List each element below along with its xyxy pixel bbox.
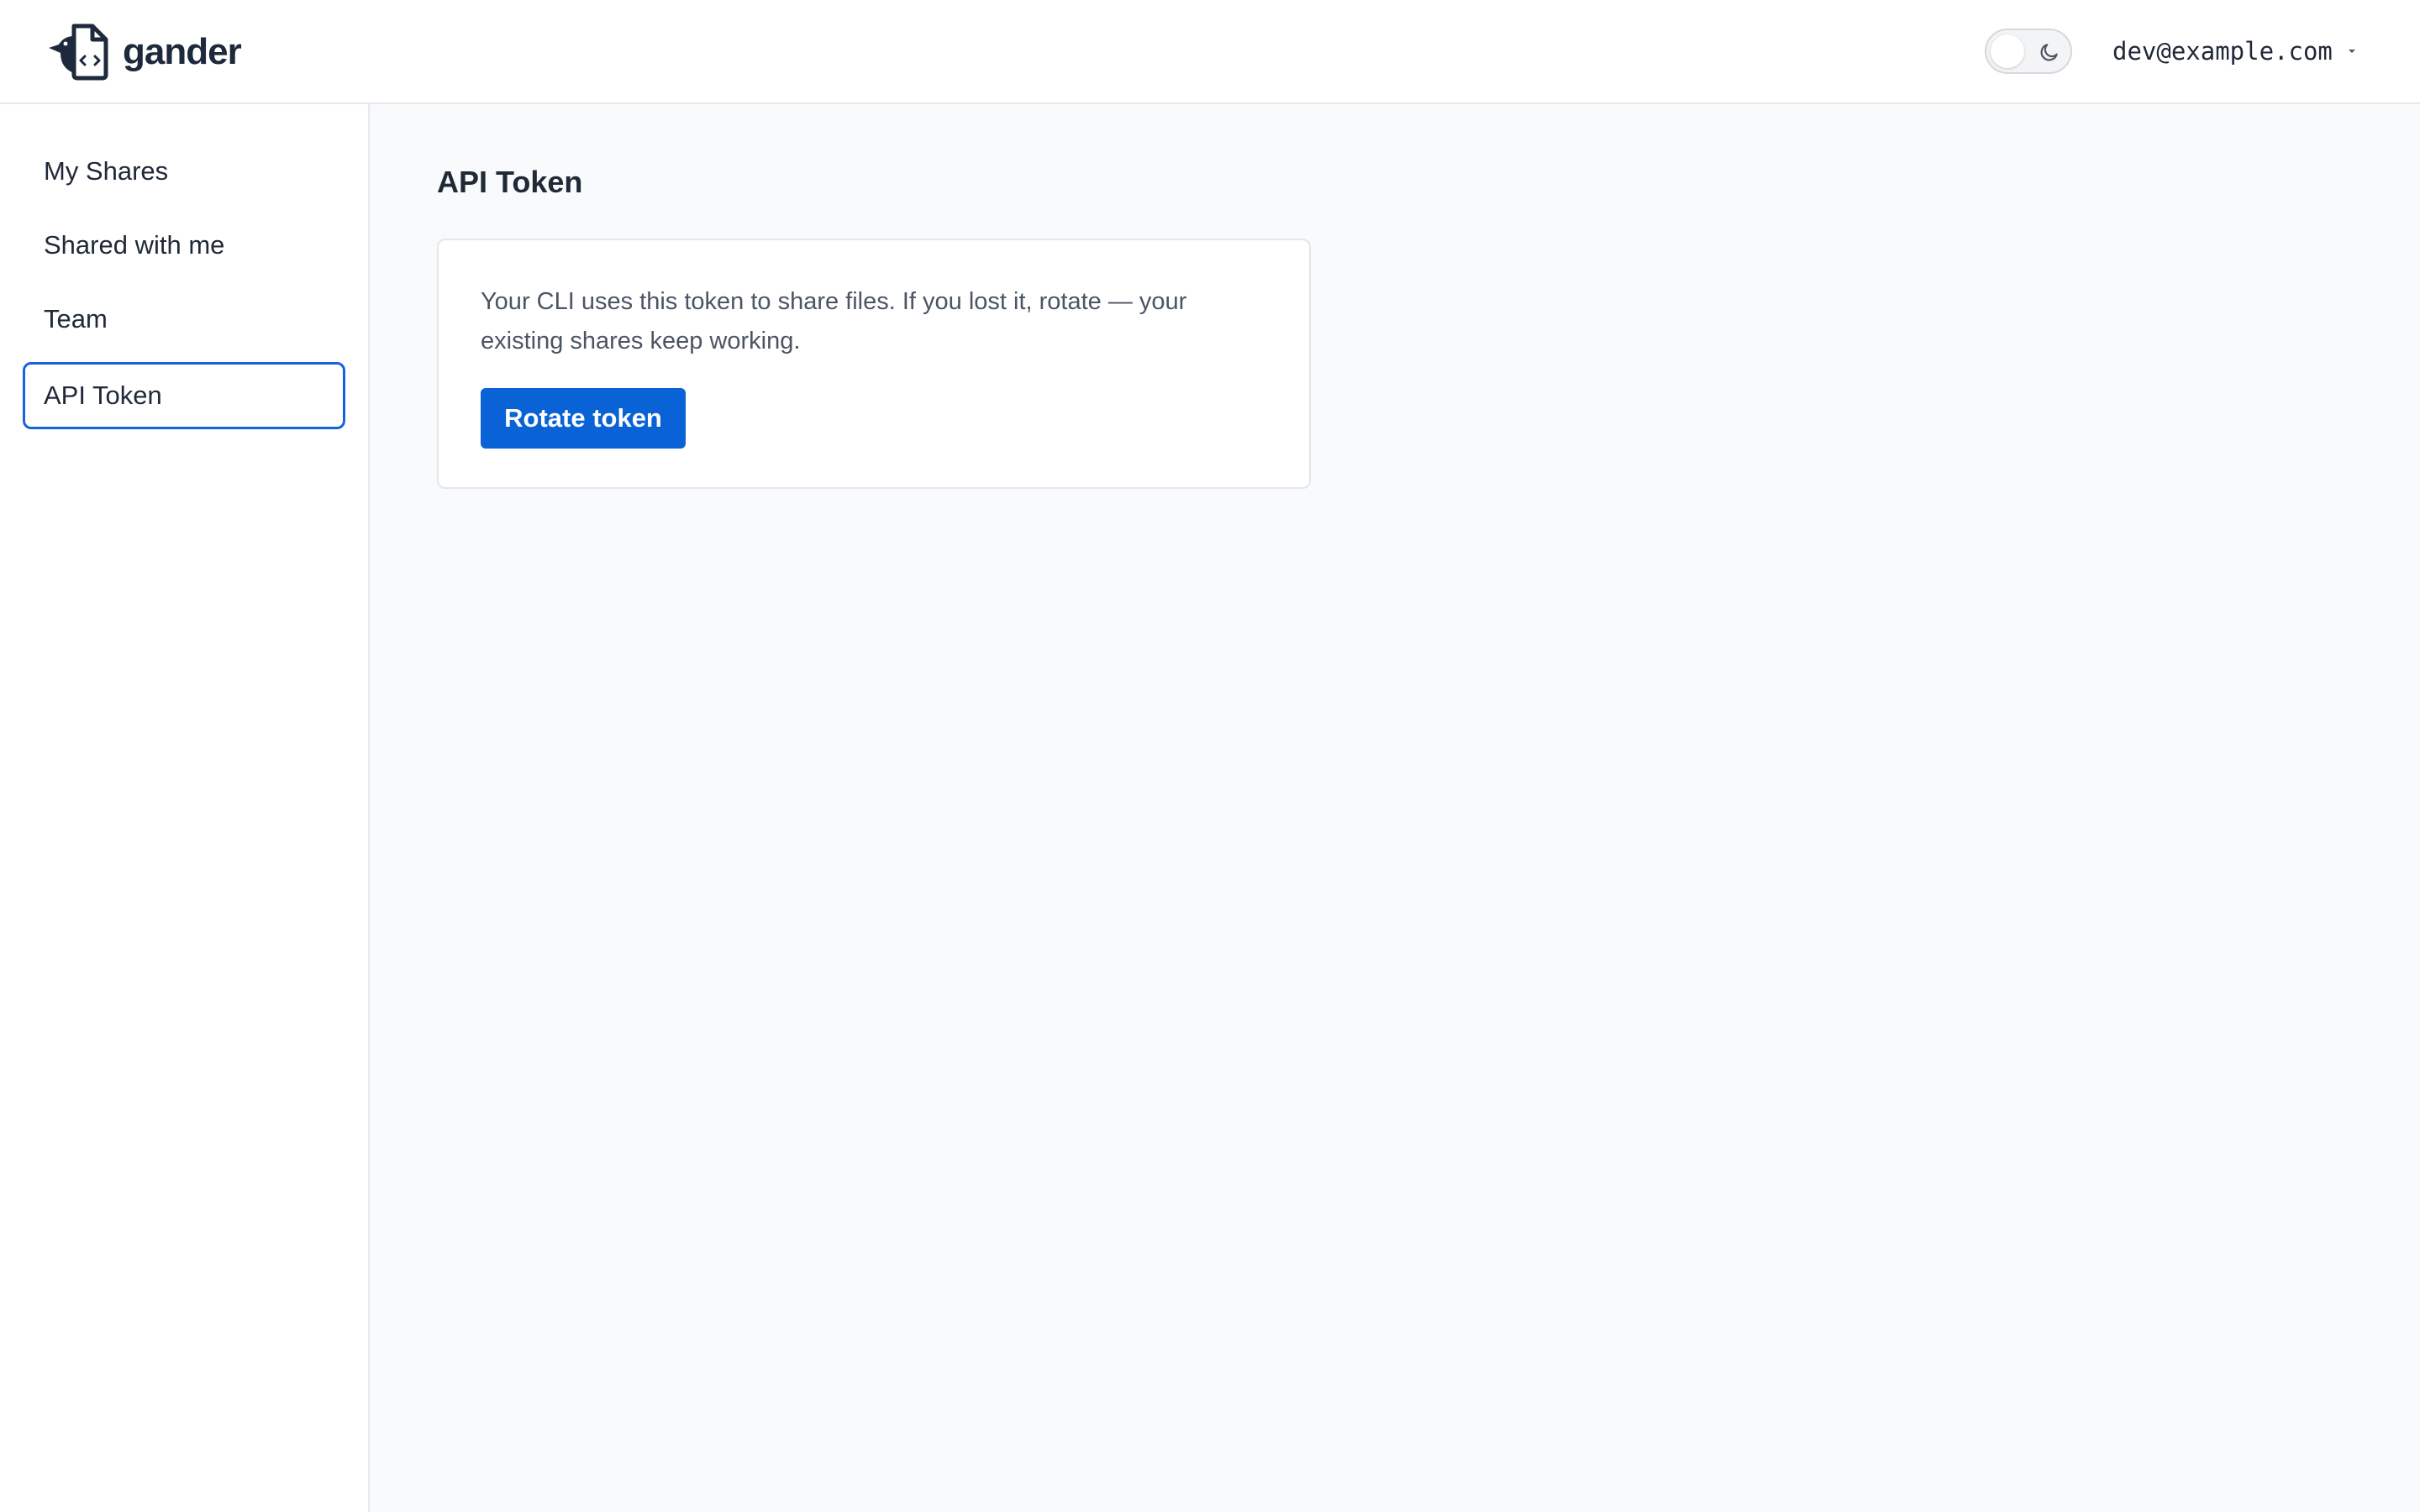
api-token-card: Your CLI uses this token to share files.…: [437, 239, 1311, 489]
goose-file-code-icon: [49, 24, 108, 81]
sidebar-item-label: API Token: [44, 381, 162, 410]
sidebar-item-api-token[interactable]: API Token: [23, 362, 345, 429]
caret-down-icon: [2348, 50, 2355, 53]
token-description: Your CLI uses this token to share files.…: [481, 288, 1187, 354]
sidebar-item-label: My Shares: [44, 156, 169, 186]
brand-link[interactable]: gander: [47, 22, 242, 82]
top-bar: gander dev@example.com: [0, 0, 2420, 104]
sidebar-item-my-shares[interactable]: My Shares: [23, 138, 345, 205]
sidebar-item-team[interactable]: Team: [23, 286, 345, 353]
rotate-token-button[interactable]: Rotate token: [481, 388, 686, 449]
brand-name: gander: [123, 31, 242, 72]
sidebar-item-label: Team: [44, 304, 108, 333]
user-menu[interactable]: dev@example.com: [2112, 32, 2358, 71]
sidebar-item-shared-with-me[interactable]: Shared with me: [23, 212, 345, 279]
sidebar: My Shares Shared with me Team API Token: [0, 104, 370, 1512]
moon-icon: [2040, 44, 2058, 61]
user-email: dev@example.com: [2112, 37, 2333, 66]
toggle-knob: [1991, 34, 2024, 68]
page-title: API Token: [437, 165, 583, 199]
sidebar-item-label: Shared with me: [44, 230, 225, 260]
theme-toggle[interactable]: [1985, 29, 2072, 74]
